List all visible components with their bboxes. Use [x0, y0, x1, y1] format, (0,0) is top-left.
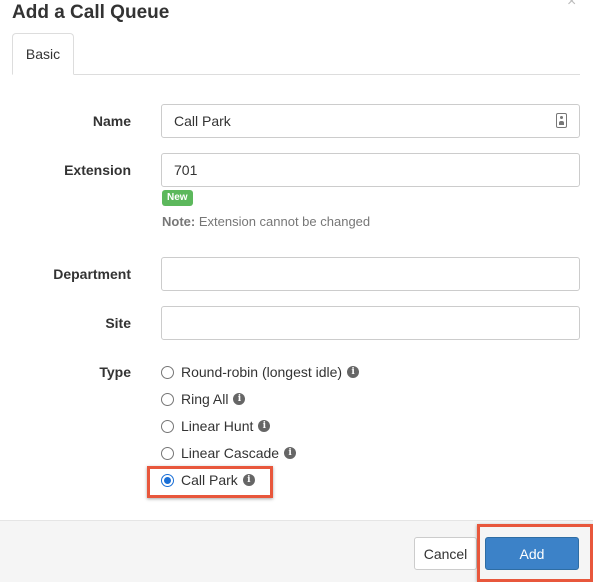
tab-basic[interactable]: Basic	[12, 33, 74, 75]
name-input[interactable]	[161, 104, 580, 138]
dialog-title: Add a Call Queue	[12, 2, 170, 23]
note-text: Extension cannot be changed	[195, 214, 371, 229]
department-label: Department	[53, 266, 131, 282]
radio-option-linear-cascade[interactable]: Linear Cascade i	[161, 443, 297, 463]
department-input[interactable]	[161, 257, 580, 291]
extension-input[interactable]	[161, 153, 580, 187]
type-label: Type	[99, 364, 131, 380]
radio-option-round-robin[interactable]: Round-robin (longest idle) i	[161, 362, 360, 382]
radio-label: Linear Hunt	[181, 418, 254, 434]
tab-bar: Basic	[12, 33, 580, 75]
info-icon[interactable]: i	[233, 393, 246, 405]
radio-option-linear-hunt[interactable]: Linear Hunt i	[161, 416, 271, 436]
close-icon[interactable]: ×	[567, 0, 576, 10]
cancel-button[interactable]: Cancel	[414, 537, 477, 570]
contact-card-icon[interactable]	[556, 113, 567, 128]
radio-button[interactable]	[161, 446, 174, 460]
site-input[interactable]	[161, 306, 580, 340]
call-park-highlight	[147, 466, 273, 498]
add-button-highlight	[477, 524, 593, 582]
radio-button[interactable]	[161, 392, 174, 406]
radio-option-ring-all[interactable]: Ring All i	[161, 389, 246, 409]
extension-note: Note: Extension cannot be changed	[162, 214, 370, 229]
info-icon[interactable]: i	[347, 366, 360, 378]
new-badge: New	[162, 190, 193, 206]
info-icon[interactable]: i	[284, 447, 297, 459]
extension-label: Extension	[64, 162, 131, 178]
note-prefix: Note:	[162, 214, 196, 229]
radio-label: Ring All	[181, 391, 229, 407]
radio-label: Linear Cascade	[181, 445, 280, 461]
name-label: Name	[92, 113, 131, 129]
site-label: Site	[105, 315, 131, 331]
radio-button[interactable]	[161, 419, 174, 433]
radio-button[interactable]	[161, 365, 174, 379]
radio-label: Round-robin (longest idle)	[181, 364, 343, 380]
info-icon[interactable]: i	[258, 420, 271, 432]
